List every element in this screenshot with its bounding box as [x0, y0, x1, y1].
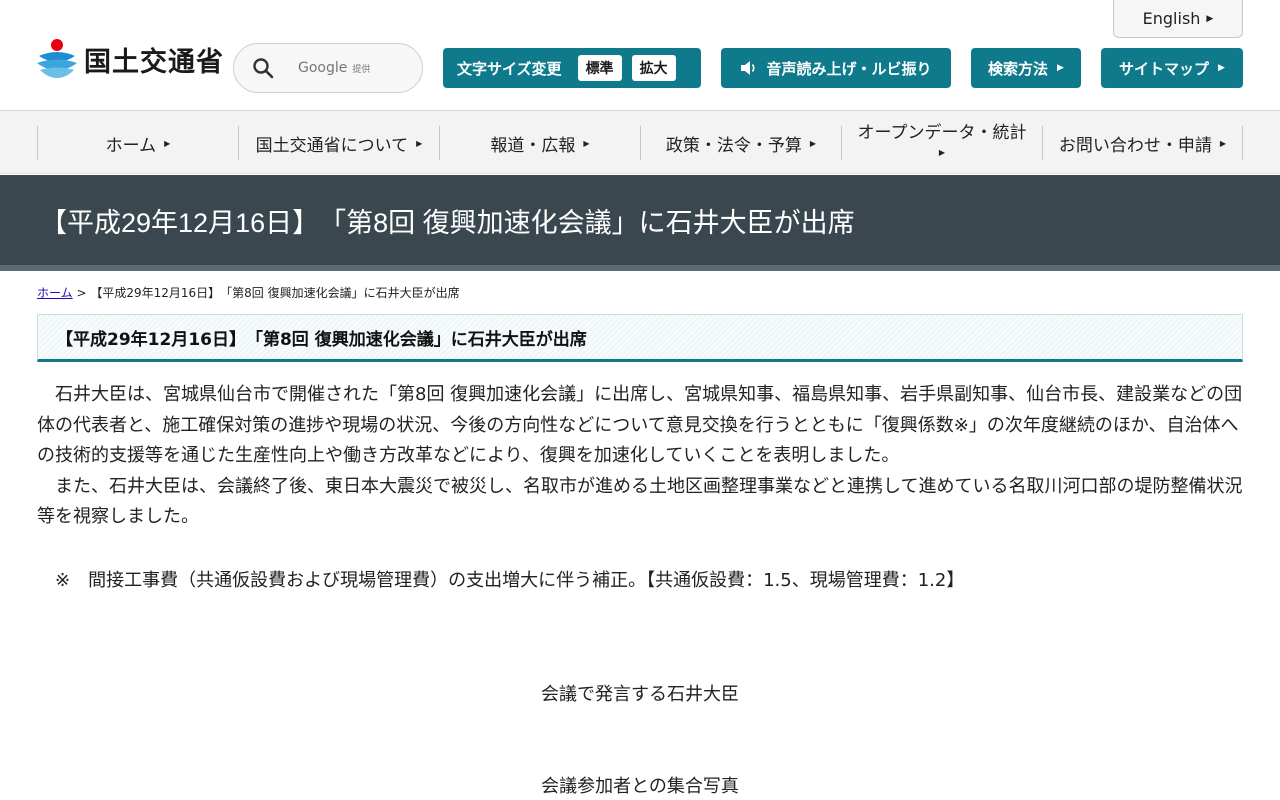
sitemap-label: サイトマップ [1119, 59, 1210, 78]
triangle-right-icon: ▶ [583, 138, 590, 148]
nav-item-about[interactable]: 国土交通省について ▶ [238, 126, 439, 160]
nav-item-label: オープンデータ・統計 [857, 123, 1027, 143]
nav-item-label: 政策・法令・予算 [665, 135, 802, 156]
search-howto-button[interactable]: 検索方法 ▶ [971, 48, 1081, 88]
breadcrumb-home-link[interactable]: ホーム [37, 286, 73, 300]
nav-item-label: 報道・広報 [490, 135, 576, 156]
site-logo[interactable]: 国土交通省 [36, 36, 224, 82]
english-label: English [1142, 9, 1201, 28]
nav-item-opendata[interactable]: オープンデータ・統計 ▶ [841, 123, 1042, 160]
article-paragraph: 石井大臣は、宮城県仙台市で開催された「第8回 復興加速化会議」に出席し、宮城県知… [37, 384, 1243, 466]
article-body: 石井大臣は、宮城県仙台市で開催された「第8回 復興加速化会議」に出席し、宮城県知… [37, 380, 1247, 533]
page-title: 【平成29年12月16日】 「第8回 復興加速化会議」に石井大臣が出席 [40, 207, 855, 238]
nav-item-home[interactable]: ホーム ▶ [37, 126, 238, 160]
nav-item-label: お問い合わせ・申請 [1058, 135, 1212, 156]
nav-item-contact[interactable]: お問い合わせ・申請 ▶ [1042, 126, 1243, 160]
search-placeholder-text: Google [298, 60, 348, 76]
triangle-right-icon: ▶ [1219, 138, 1227, 148]
triangle-right-icon: ▶ [1057, 63, 1064, 73]
english-button[interactable]: English ▶ [1113, 0, 1243, 38]
text-size-label: 文字サイズ変更 [457, 59, 562, 78]
title-divider [0, 265, 1280, 271]
logo-text: 国土交通省 [84, 46, 224, 78]
text-size-standard-button[interactable]: 標準 [577, 55, 622, 81]
nav-item-label: ホーム [105, 135, 157, 156]
content-heading-box: 【平成29年12月16日】 「第8回 復興加速化会議」に石井大臣が出席 [37, 314, 1243, 362]
search-placeholder: Google 提供 [298, 60, 370, 76]
voice-reading-label: 音声読み上げ・ルビ振り [766, 59, 932, 78]
nav-item-press[interactable]: 報道・広報 ▶ [439, 126, 640, 160]
global-nav: ホーム ▶ 国土交通省について ▶ 報道・広報 ▶ 政策・法令・予算 ▶ オープ… [0, 111, 1280, 174]
triangle-right-icon: ▶ [809, 138, 817, 148]
search-icon[interactable] [252, 57, 274, 79]
site-header: English ▶ 国土交通省 Google 提供 文字サイズ変更 標準 拡大 [0, 0, 1280, 111]
mlit-logo-icon [36, 36, 78, 82]
breadcrumb-separator: > [76, 286, 87, 300]
text-size-control: 文字サイズ変更 標準 拡大 [443, 48, 701, 88]
triangle-right-icon: ▶ [416, 138, 423, 148]
article-paragraph: また、石井大臣は、会議終了後、東日本大震災で被災し、名取市が進める土地区画整理事… [37, 475, 1243, 528]
triangle-right-icon: ▶ [1218, 63, 1225, 73]
breadcrumb: ホーム > 【平成29年12月16日】 「第8回 復興加速化会議」に石井大臣が出… [37, 284, 460, 301]
breadcrumb-current: 【平成29年12月16日】 「第8回 復興加速化会議」に石井大臣が出席 [90, 286, 460, 300]
search-howto-label: 検索方法 [988, 59, 1049, 78]
text-size-large-button[interactable]: 拡大 [631, 55, 676, 81]
page-title-banner: 【平成29年12月16日】 「第8回 復興加速化会議」に石井大臣が出席 [0, 175, 1280, 265]
voice-reading-button[interactable]: 音声読み上げ・ルビ振り [721, 48, 951, 88]
article-note: ※ 間接工事費（共通仮設費および現場管理費）の支出増大に伴う補正。【共通仮設費：… [37, 570, 965, 591]
sitemap-button[interactable]: サイトマップ ▶ [1101, 48, 1243, 88]
triangle-right-icon: ▶ [164, 138, 171, 148]
search-provider-suffix: 提供 [352, 65, 371, 75]
content-heading: 【平成29年12月16日】 「第8回 復興加速化会議」に石井大臣が出席 [56, 329, 587, 350]
nav-item-policy[interactable]: 政策・法令・予算 ▶ [640, 126, 841, 160]
photo-caption: 会議参加者との集合写真 [541, 776, 739, 797]
triangle-right-icon: ▶ [1206, 13, 1214, 24]
photo-caption: 会議で発言する石井大臣 [541, 684, 739, 705]
search-input[interactable]: Google 提供 [233, 43, 423, 93]
speaker-icon [740, 60, 758, 76]
triangle-right-icon: ▶ [938, 148, 946, 157]
nav-item-label: 国土交通省について [255, 135, 409, 156]
